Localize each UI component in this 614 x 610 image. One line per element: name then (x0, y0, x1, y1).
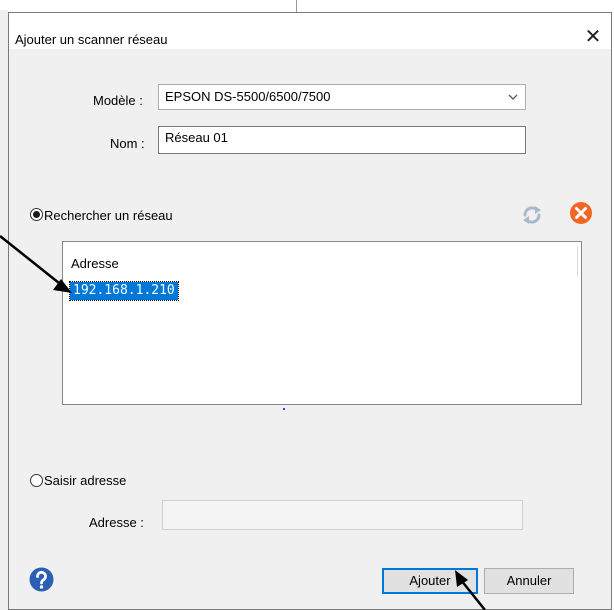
name-input-value: Réseau 01 (165, 130, 228, 145)
dialog-title: Ajouter un scanner réseau (15, 32, 168, 47)
help-icon[interactable] (29, 567, 54, 592)
name-label: Nom : (110, 136, 145, 151)
address-list[interactable]: Adresse 192.168.1.210 (62, 241, 582, 405)
column-divider[interactable] (577, 246, 578, 276)
search-network-label[interactable]: Rechercher un réseau (44, 208, 173, 223)
close-button[interactable]: ✕ (581, 25, 605, 49)
name-input[interactable]: Réseau 01 (158, 126, 526, 154)
cancel-button[interactable]: Annuler (484, 568, 574, 594)
focus-marker (283, 408, 285, 410)
address-column-header[interactable]: Adresse (71, 256, 119, 271)
background-divider (296, 0, 297, 12)
title-bar: Ajouter un scanner réseau ✕ (9, 13, 611, 49)
model-select-value: EPSON DS-5500/6500/7500 (165, 89, 331, 104)
model-label: Modèle : (93, 93, 143, 108)
manual-address-label[interactable]: Saisir adresse (44, 473, 126, 488)
stop-icon[interactable] (569, 201, 593, 225)
address-input[interactable] (162, 500, 523, 530)
chevron-down-icon (507, 85, 519, 118)
background-window-edge (0, 10, 8, 610)
cancel-button-label: Annuler (506, 573, 552, 588)
search-network-radio[interactable] (30, 208, 43, 221)
background-window-strip (0, 0, 614, 10)
refresh-icon[interactable] (520, 203, 544, 227)
add-button[interactable]: Ajouter (382, 568, 478, 594)
model-select[interactable]: EPSON DS-5500/6500/7500 (158, 84, 526, 110)
add-button-label: Ajouter (409, 573, 451, 588)
list-item[interactable]: 192.168.1.210 (69, 281, 179, 301)
manual-address-radio[interactable] (30, 474, 43, 487)
address-label: Adresse : (89, 515, 144, 530)
